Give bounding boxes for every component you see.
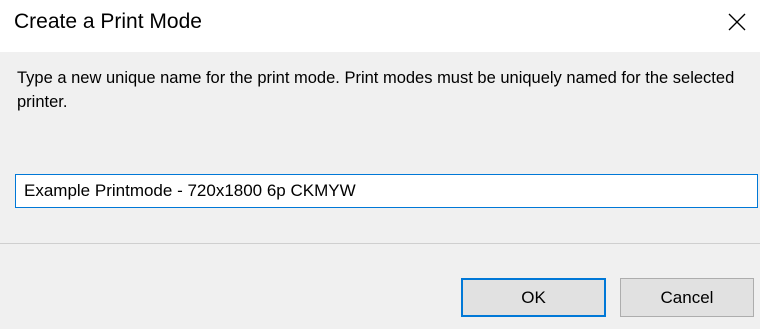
create-print-mode-dialog: Create a Print Mode Type a new unique na… <box>0 0 760 329</box>
ok-button[interactable]: OK <box>461 278 606 317</box>
instruction-text: Type a new unique name for the print mod… <box>17 69 735 111</box>
title-bar: Create a Print Mode <box>0 0 760 52</box>
dialog-title: Create a Print Mode <box>14 10 202 33</box>
cancel-button[interactable]: Cancel <box>620 278 754 317</box>
print-mode-name-input[interactable] <box>15 174 758 208</box>
dialog-content: Type a new unique name for the print mod… <box>0 52 760 243</box>
close-button[interactable] <box>714 0 760 44</box>
button-bar: OK Cancel <box>0 244 760 329</box>
close-icon <box>728 13 746 31</box>
